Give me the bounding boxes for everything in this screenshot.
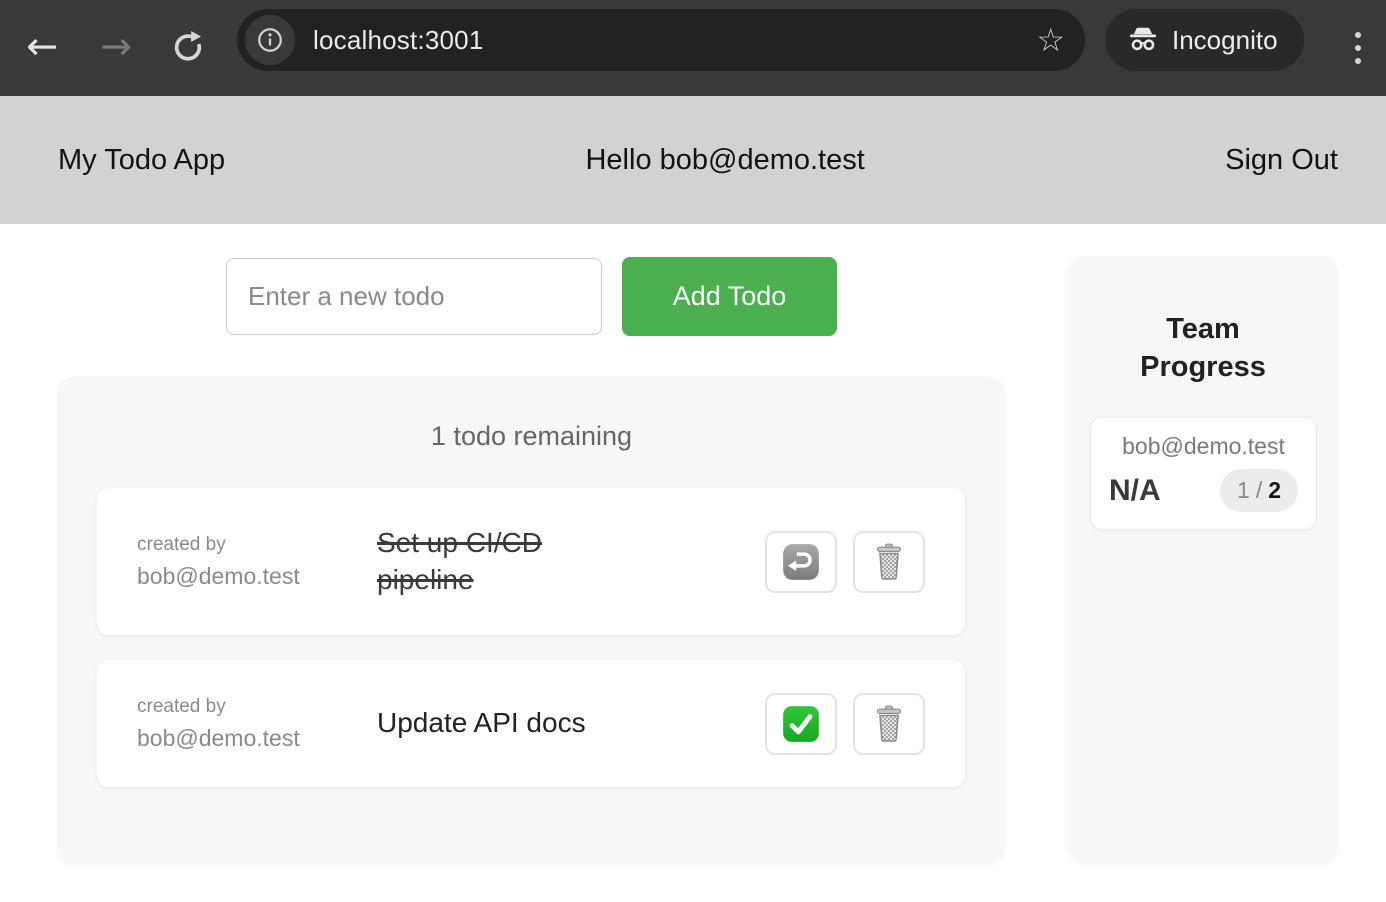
browser-menu-icon[interactable]	[1349, 26, 1367, 70]
new-todo-input[interactable]	[226, 258, 602, 335]
created-by-label: created by	[137, 696, 377, 718]
app-header: My Todo App Hello bob@demo.test Sign Out	[0, 96, 1386, 224]
add-todo-button[interactable]: Add Todo	[622, 257, 837, 336]
team-progress-panel: Team Progress bob@demo.test N/A 1 / 2	[1068, 256, 1338, 862]
todo-item: created by bob@demo.test Set up CI/CD pi…	[97, 488, 965, 635]
member-status: N/A	[1109, 474, 1161, 508]
delete-todo-button[interactable]	[853, 531, 925, 593]
url-text[interactable]: localhost:3001	[313, 25, 1036, 56]
incognito-badge: Incognito	[1105, 9, 1304, 71]
browser-toolbar: ← → localhost:3001 ☆ Incognito	[0, 0, 1386, 96]
remaining-count-text: 1 todo remaining	[58, 421, 1005, 452]
todo-meta: created by bob@demo.test	[137, 534, 377, 590]
trash-icon	[869, 541, 909, 583]
delete-todo-button[interactable]	[853, 693, 925, 755]
member-email: bob@demo.test	[1109, 433, 1298, 460]
todo-item: created by bob@demo.test Update API docs	[97, 660, 965, 787]
total-count: 2	[1268, 477, 1281, 504]
info-icon	[256, 26, 284, 54]
team-member-card: bob@demo.test N/A 1 / 2	[1090, 417, 1317, 530]
created-by-email: bob@demo.test	[137, 563, 377, 590]
reload-icon[interactable]	[162, 14, 214, 78]
created-by-email: bob@demo.test	[137, 725, 377, 752]
todo-meta: created by bob@demo.test	[137, 696, 377, 752]
created-by-label: created by	[137, 534, 377, 556]
address-bar[interactable]: localhost:3001 ☆	[237, 9, 1085, 71]
check-icon	[780, 703, 822, 745]
progress-count-badge: 1 / 2	[1220, 469, 1298, 512]
todo-list-panel: 1 todo remaining created by bob@demo.tes…	[58, 377, 1005, 862]
incognito-label: Incognito	[1172, 25, 1278, 56]
trash-icon	[869, 703, 909, 745]
completed-count: 1	[1237, 477, 1250, 504]
team-progress-title: Team Progress	[1123, 310, 1283, 387]
todo-title: Set up CI/CD pipeline	[377, 525, 642, 599]
site-info-button[interactable]	[245, 15, 295, 65]
count-separator: /	[1256, 477, 1262, 504]
forward-icon[interactable]: →	[90, 14, 142, 78]
sign-out-button[interactable]: Sign Out	[1225, 144, 1338, 177]
undo-complete-button[interactable]	[765, 531, 837, 593]
app-title: My Todo App	[58, 144, 225, 177]
reload-icon	[171, 29, 205, 63]
incognito-icon	[1127, 24, 1159, 56]
undo-icon	[780, 541, 822, 583]
todo-title: Update API docs	[377, 705, 642, 742]
bookmark-star-icon[interactable]: ☆	[1036, 24, 1065, 56]
complete-todo-button[interactable]	[765, 693, 837, 755]
greeting-text: Hello bob@demo.test	[585, 144, 864, 177]
back-icon[interactable]: ←	[16, 14, 68, 78]
